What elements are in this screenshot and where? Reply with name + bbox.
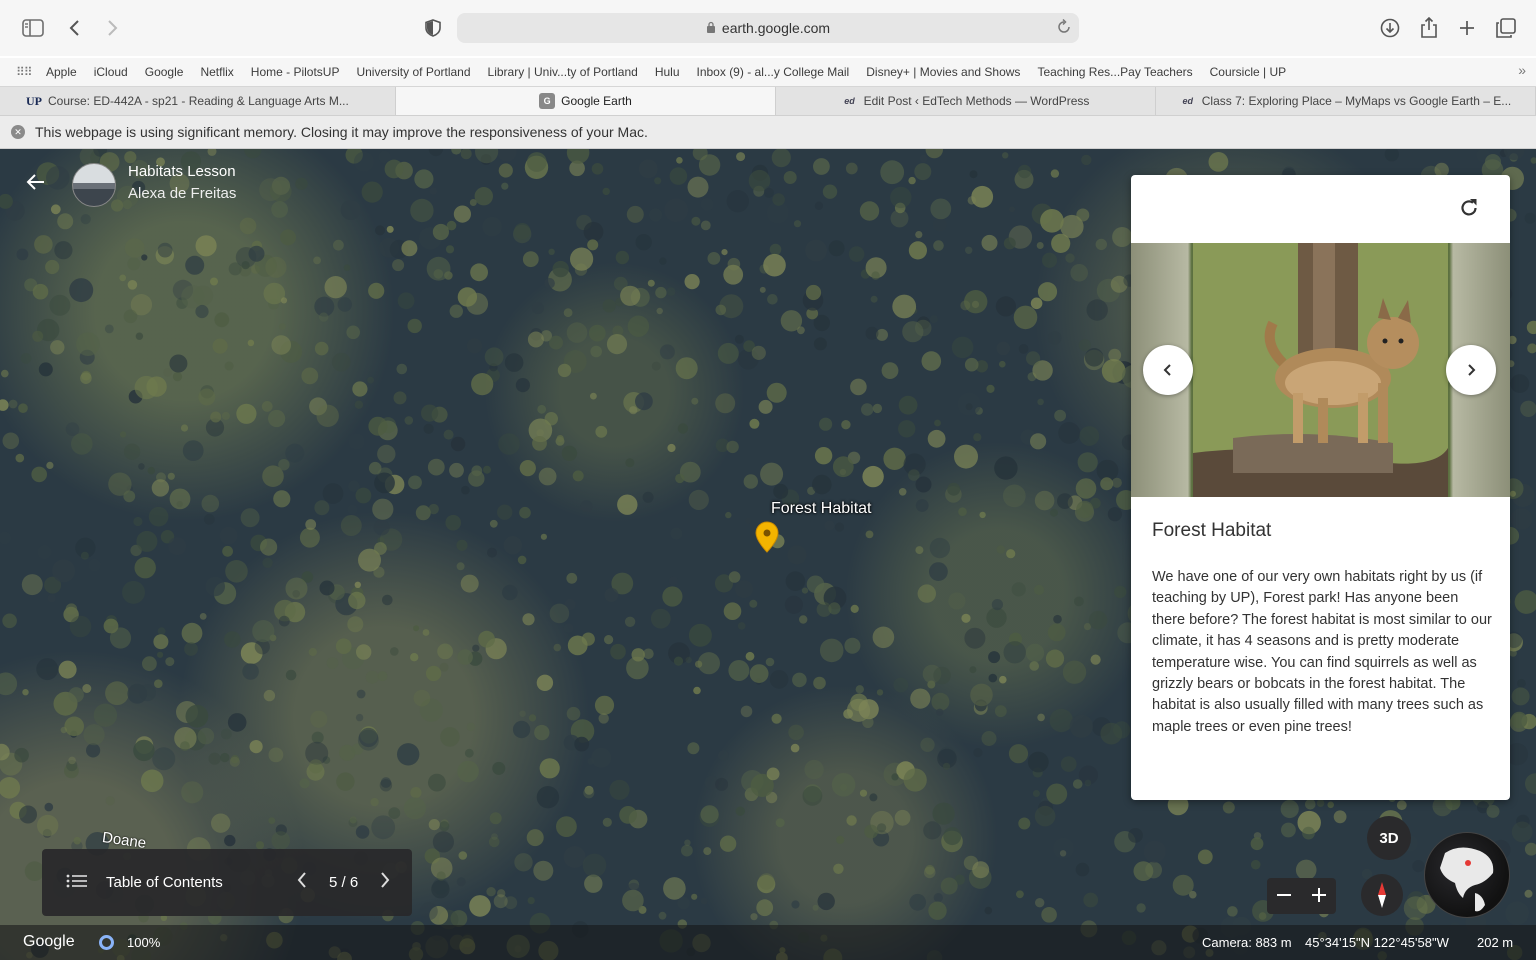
tab-overview-icon[interactable] <box>1492 14 1520 42</box>
bobcat-photo <box>1193 243 1448 497</box>
favorites-grid-icon[interactable]: ⠿⠿ <box>16 65 33 79</box>
camera-altitude: Camera: 883 m <box>1202 935 1292 950</box>
zoom-in-button[interactable] <box>1311 882 1327 910</box>
browser-toolbar: earth.google.com <box>0 0 1536 56</box>
favorites-overflow-icon[interactable]: » <box>1518 62 1526 78</box>
back-arrow-icon[interactable] <box>26 171 46 199</box>
tab-label: Edit Post ‹ EdTech Methods — WordPress <box>863 94 1090 108</box>
favorite-link[interactable]: Coursicle | UP <box>1210 65 1286 79</box>
zoom-out-button[interactable] <box>1276 882 1292 910</box>
slide-counter: 5 / 6 <box>297 871 390 894</box>
favorite-link[interactable]: Hulu <box>655 65 680 79</box>
loading-ring-icon <box>99 935 114 950</box>
close-warning-icon[interactable]: ✕ <box>11 125 25 139</box>
share-icon[interactable] <box>1415 14 1443 42</box>
earth-map[interactable]: Habitats Lesson Alexa de Freitas Forest … <box>0 149 1536 960</box>
tour-title: Habitats Lesson <box>128 163 236 180</box>
url-text: earth.google.com <box>721 20 831 36</box>
load-percent: 100% <box>127 935 161 950</box>
tour-author: Alexa de Freitas <box>128 185 237 202</box>
favorite-link[interactable]: Apple <box>46 65 77 79</box>
placemark-label: Forest Habitat <box>771 500 872 517</box>
carousel-prev-button[interactable] <box>1143 345 1193 395</box>
tab-edit-post[interactable]: ed Edit Post ‹ EdTech Methods — WordPres… <box>776 87 1156 115</box>
edtech-favicon-icon: ed <box>1182 96 1194 106</box>
compass-button[interactable] <box>1361 874 1403 916</box>
forward-icon[interactable] <box>98 14 126 42</box>
refresh-icon[interactable] <box>1458 197 1482 221</box>
table-of-contents-panel[interactable]: Table of Contents 5 / 6 <box>42 849 412 916</box>
tour-thumbnail <box>72 163 116 207</box>
photo-carousel <box>1131 243 1510 497</box>
globe-minimap[interactable] <box>1424 832 1510 918</box>
map-scale: 202 m <box>1477 935 1514 950</box>
list-icon <box>66 874 88 892</box>
favorite-link[interactable]: Teaching Res...Pay Teachers <box>1037 65 1192 79</box>
info-card: Forest Habitat We have one of our very o… <box>1131 175 1510 800</box>
card-title: Forest Habitat <box>1152 520 1272 541</box>
favorite-link[interactable]: Disney+ | Movies and Shows <box>866 65 1020 79</box>
new-tab-icon[interactable] <box>1453 14 1481 42</box>
tab-label: Course: ED-442A - sp21 - Reading & Langu… <box>48 94 349 108</box>
google-earth-favicon-icon: G <box>539 93 556 109</box>
card-description: We have one of our very own habitats rig… <box>1152 569 1492 735</box>
edtech-favicon-icon: ed <box>844 96 855 106</box>
tab-google-earth[interactable]: G Google Earth <box>396 87 776 115</box>
carousel-next-button[interactable] <box>1446 345 1496 395</box>
toggle-3d-button[interactable]: 3D <box>1367 816 1411 860</box>
memory-warning-banner: ✕ This webpage is using significant memo… <box>0 116 1536 149</box>
favorite-link[interactable]: Google <box>145 65 184 79</box>
placemark-pin-icon[interactable] <box>755 521 779 553</box>
tab-course[interactable]: UP Course: ED-442A - sp21 - Reading & La… <box>0 87 396 115</box>
tab-bar: UP Course: ED-442A - sp21 - Reading & La… <box>0 86 1536 116</box>
favorite-link[interactable]: Library | Univ...ty of Portland <box>488 65 638 79</box>
zoom-controls <box>1267 878 1336 914</box>
sidebar-toggle-icon[interactable] <box>19 14 47 42</box>
favorite-link[interactable]: Inbox (9) - al...y College Mail <box>697 65 850 79</box>
tab-label: Class 7: Exploring Place – MyMaps vs Goo… <box>1201 94 1512 108</box>
favorite-link[interactable]: Netflix <box>200 65 233 79</box>
privacy-shield-icon[interactable] <box>419 14 447 42</box>
coordinates: 45°34'15"N 122°45'58"W <box>1305 935 1449 950</box>
tab-label: Google Earth <box>561 94 632 108</box>
favorite-link[interactable]: University of Portland <box>356 65 470 79</box>
google-logo: Google <box>23 933 75 950</box>
compass-icon <box>1378 882 1386 908</box>
downloads-icon[interactable] <box>1376 14 1404 42</box>
prev-slide-icon[interactable] <box>297 871 307 894</box>
favorites-bar: ⠿⠿ Apple iCloud Google Netflix Home - Pi… <box>0 58 1536 86</box>
favorite-link[interactable]: iCloud <box>94 65 128 79</box>
next-slide-icon[interactable] <box>380 871 390 894</box>
up-logo-icon: UP <box>26 93 42 108</box>
back-icon[interactable] <box>61 14 89 42</box>
address-bar[interactable]: earth.google.com <box>457 13 1079 43</box>
lock-icon <box>706 21 716 36</box>
status-bar: Google 100% Camera: 883 m 45°34'15"N 122… <box>0 925 1536 960</box>
tab-class-7[interactable]: ed Class 7: Exploring Place – MyMaps vs … <box>1156 87 1536 115</box>
favorite-link[interactable]: Home - PilotsUP <box>251 65 340 79</box>
slide-position: 5 / 6 <box>329 874 359 891</box>
warning-text: This webpage is using significant memory… <box>35 124 648 140</box>
reload-icon[interactable] <box>1057 18 1071 38</box>
toc-label: Table of Contents <box>106 874 223 891</box>
